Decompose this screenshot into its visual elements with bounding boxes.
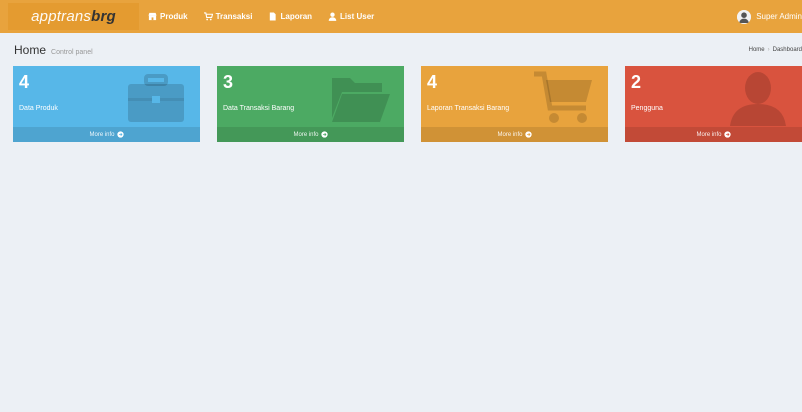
more-info-link[interactable]: More info [421, 127, 608, 142]
top-navbar: apptrans brg Produk Transaksi Laporan Lis… [0, 0, 802, 33]
info-box-count: 4 [19, 72, 30, 92]
info-box-laporan-transaksi: 4 Laporan Transaksi Barang More info [421, 66, 608, 142]
arrow-circle-right-icon [116, 131, 124, 138]
brand-text-part1: apptrans [31, 8, 92, 25]
nav-item-label: List User [340, 12, 375, 21]
user-name: Super Admin [756, 12, 802, 21]
info-box-count: 4 [427, 72, 438, 92]
arrow-circle-right-icon [320, 131, 328, 138]
info-box-label: Data Transaksi Barang [223, 105, 295, 112]
more-info-text: More info [293, 131, 319, 138]
page-title-text: Home [14, 43, 47, 57]
nav-item-transaksi[interactable]: Transaksi [203, 12, 253, 21]
briefcase-icon [126, 70, 186, 126]
more-info-text: More info [497, 131, 523, 138]
info-box-pengguna: 2 Pengguna More info [625, 66, 802, 142]
more-info-text: More info [696, 131, 722, 138]
arrow-circle-right-icon [723, 131, 731, 138]
avatar-icon [737, 9, 752, 24]
folder-open-icon [330, 70, 390, 126]
page-subtitle: Control panel [51, 49, 93, 56]
nav-item-label: Transaksi [215, 12, 253, 21]
cart-icon [203, 12, 213, 21]
info-box-count: 2 [631, 72, 642, 92]
arrow-circle-right-icon [524, 131, 532, 138]
breadcrumb-home[interactable]: Home [749, 47, 765, 53]
nav-menu: Produk Transaksi Laporan List User [148, 0, 390, 33]
info-box-label: Laporan Transaksi Barang [427, 105, 510, 112]
more-info-link[interactable]: More info [625, 127, 802, 142]
more-info-link[interactable]: More info [217, 127, 404, 142]
breadcrumb: Home › Dashboard [749, 47, 802, 53]
info-box-data-produk: 4 Data Produk More info [13, 66, 200, 142]
user-menu[interactable]: Super Admin [737, 0, 802, 33]
info-box-data-transaksi: 3 Data Transaksi Barang More info [217, 66, 404, 142]
shop-icon [148, 12, 157, 21]
nav-item-laporan[interactable]: Laporan [268, 12, 312, 21]
brand-text-part2: brg [91, 8, 116, 25]
user-icon [328, 12, 337, 21]
brand-logo[interactable]: apptrans brg [8, 3, 139, 30]
info-box-inner: 2 Pengguna [631, 72, 663, 112]
nav-item-produk[interactable]: Produk [148, 12, 188, 21]
user-icon [728, 70, 788, 126]
nav-item-list-user[interactable]: List User [328, 12, 374, 21]
more-info-text: More info [89, 131, 115, 138]
nav-item-label: Produk [160, 12, 188, 21]
nav-item-label: Laporan [280, 12, 313, 21]
breadcrumb-current: Dashboard [772, 47, 802, 53]
content-header: Home Control panel Home › Dashboard [14, 43, 802, 59]
cart-icon [534, 70, 594, 126]
info-box-inner: 3 Data Transaksi Barang [223, 72, 294, 112]
breadcrumb-separator: › [767, 47, 770, 53]
info-box-count: 3 [223, 72, 234, 92]
more-info-link[interactable]: More info [13, 127, 200, 142]
info-box-inner: 4 Data Produk [19, 72, 58, 112]
info-box-inner: 4 Laporan Transaksi Barang [427, 72, 509, 112]
info-box-label: Pengguna [631, 105, 663, 112]
page-title: Home Control panel [14, 43, 93, 57]
file-icon [268, 12, 277, 21]
info-box-label: Data Produk [19, 105, 58, 112]
